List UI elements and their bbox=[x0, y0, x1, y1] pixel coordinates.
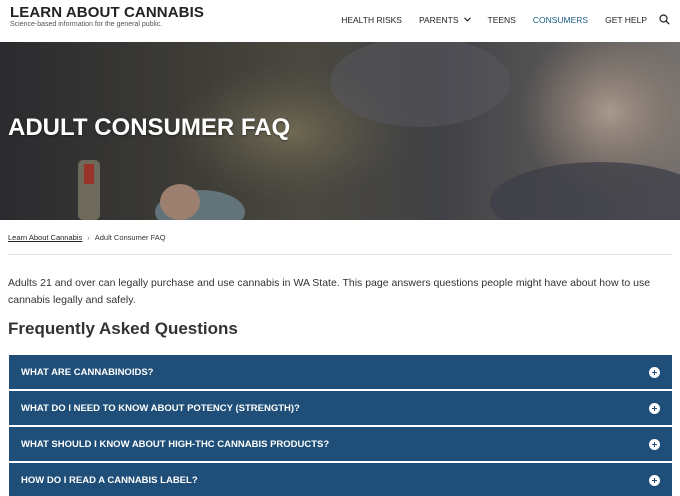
faq-question: WHAT ARE CANNABINOIDS? bbox=[21, 366, 154, 378]
faq-accordion: WHAT ARE CANNABINOIDS? WHAT DO I NEED TO… bbox=[9, 355, 672, 496]
faq-item-potency[interactable]: WHAT DO I NEED TO KNOW ABOUT POTENCY (ST… bbox=[9, 391, 672, 425]
plus-circle-icon[interactable] bbox=[649, 402, 660, 414]
site-header: LEARN ABOUT CANNABIS Science-based infor… bbox=[0, 0, 680, 42]
faq-item-cannabinoids[interactable]: WHAT ARE CANNABINOIDS? bbox=[9, 355, 672, 389]
intro-paragraph: Adults 21 and over can legally purchase … bbox=[8, 277, 651, 306]
nav-item-consumers[interactable]: CONSUMERS bbox=[533, 15, 588, 25]
hero-banner: ADULT CONSUMER FAQ bbox=[0, 42, 680, 220]
site-tagline: Science-based information for the genera… bbox=[10, 21, 163, 28]
plus-circle-icon[interactable] bbox=[649, 474, 660, 486]
faq-item-label[interactable]: HOW DO I READ A CANNABIS LABEL? bbox=[9, 463, 672, 496]
site-title[interactable]: LEARN ABOUT CANNABIS bbox=[10, 4, 204, 21]
plus-circle-icon[interactable] bbox=[649, 366, 660, 378]
chevron-down-icon bbox=[463, 17, 471, 22]
main-nav: HEALTH RISKS PARENTS TEENS CONSUMERS GET… bbox=[324, 14, 670, 25]
faq-question: WHAT SHOULD I KNOW ABOUT HIGH-THC CANNAB… bbox=[21, 438, 330, 450]
faq-item-high-thc[interactable]: WHAT SHOULD I KNOW ABOUT HIGH-THC CANNAB… bbox=[9, 427, 672, 461]
nav-label: HEALTH RISKS bbox=[341, 14, 402, 25]
nav-label: PARENTS bbox=[418, 14, 459, 25]
breadcrumb-home-link[interactable]: Learn About Cannabis bbox=[8, 233, 82, 242]
page-title: ADULT CONSUMER FAQ bbox=[8, 114, 291, 141]
plus-circle-icon[interactable] bbox=[649, 438, 660, 450]
breadcrumb-separator: › bbox=[87, 233, 90, 242]
breadcrumb: Learn About Cannabis › Adult Consumer FAQ bbox=[8, 233, 166, 242]
divider bbox=[8, 254, 672, 255]
search-icon[interactable] bbox=[659, 14, 670, 25]
nav-item-teens[interactable]: TEENS bbox=[488, 15, 516, 25]
breadcrumb-current: Adult Consumer FAQ bbox=[94, 233, 166, 242]
nav-item-get-help[interactable]: GET HELP bbox=[605, 15, 647, 25]
nav-item-parents[interactable]: PARENTS bbox=[419, 15, 471, 25]
faq-question: HOW DO I READ A CANNABIS LABEL? bbox=[21, 474, 198, 486]
nav-label: CONSUMERS bbox=[532, 14, 589, 25]
nav-item-health-risks[interactable]: HEALTH RISKS bbox=[341, 15, 402, 25]
nav-label: GET HELP bbox=[605, 14, 647, 25]
faq-heading: Frequently Asked Questions bbox=[8, 319, 238, 338]
faq-question: WHAT DO I NEED TO KNOW ABOUT POTENCY (ST… bbox=[21, 402, 300, 414]
nav-label: TEENS bbox=[487, 14, 516, 25]
